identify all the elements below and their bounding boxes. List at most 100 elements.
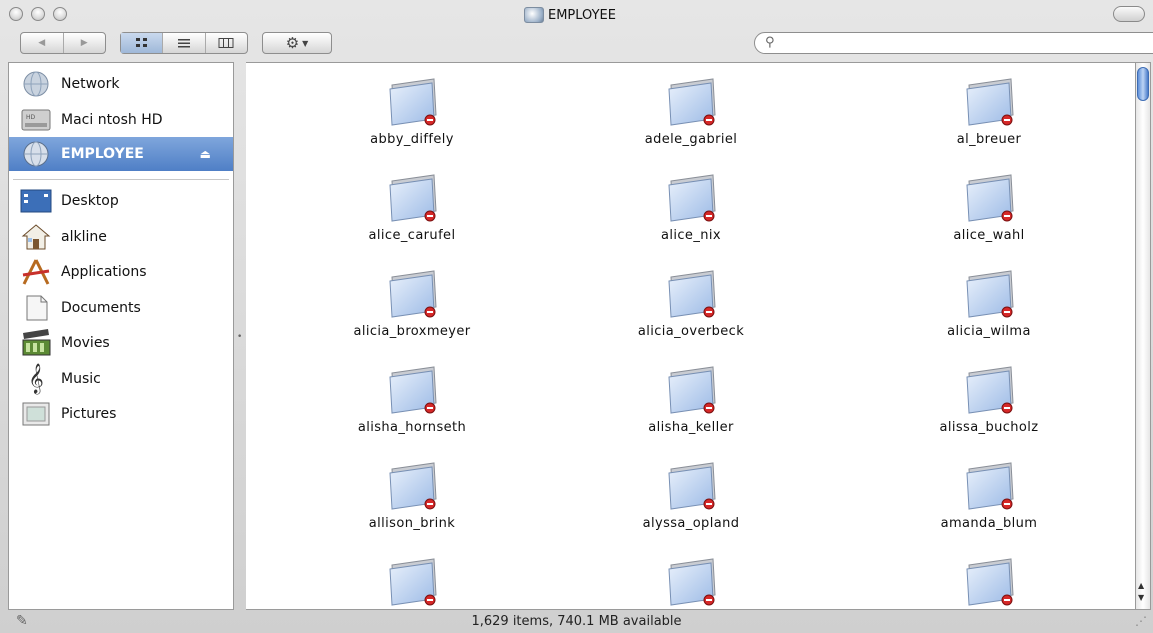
folder-item[interactable] bbox=[869, 547, 1109, 609]
sidebar-item-documents[interactable]: Documents bbox=[9, 291, 233, 325]
status-bar: ✎ 1,629 items, 740.1 MB available ⋰ bbox=[0, 610, 1153, 633]
column-view-icon bbox=[218, 38, 234, 48]
gear-icon: ⚙ ▼ bbox=[285, 34, 309, 52]
forward-arrow-icon: ▶ bbox=[80, 38, 88, 48]
hard-drive-icon: HD bbox=[19, 106, 53, 134]
no-access-folder-icon bbox=[668, 462, 716, 510]
window-title-text: EMPLOYEE bbox=[548, 7, 616, 23]
back-button[interactable]: ◀ bbox=[21, 33, 64, 53]
scroll-up-arrow-icon[interactable]: ▲ bbox=[1138, 581, 1144, 590]
folder-item[interactable]: alisha_keller bbox=[571, 355, 811, 451]
status-text: 1,629 items, 740.1 MB available bbox=[471, 614, 682, 629]
forward-button[interactable]: ▶ bbox=[64, 33, 106, 53]
sidebar-item-employee[interactable]: EMPLOYEE ⏏ bbox=[9, 137, 233, 171]
folder-name: alyssa_opland bbox=[642, 516, 740, 531]
folder-item[interactable] bbox=[292, 547, 532, 609]
folder-item[interactable]: alicia_wilma bbox=[869, 259, 1109, 355]
folder-item[interactable]: alissa_bucholz bbox=[869, 355, 1109, 451]
folder-item[interactable]: alice_wahl bbox=[869, 163, 1109, 259]
folder-name: alissa_bucholz bbox=[939, 420, 1039, 435]
movies-icon bbox=[19, 329, 53, 357]
eject-icon[interactable]: ⏏ bbox=[200, 147, 211, 161]
folder-item[interactable]: alicia_overbeck bbox=[571, 259, 811, 355]
folder-item[interactable]: alisha_hornseth bbox=[292, 355, 532, 451]
sidebar-separator bbox=[13, 179, 229, 180]
sidebar-item-applications[interactable]: Applications bbox=[9, 255, 233, 289]
sidebar: Network HD Maci ntosh HD EMPLOYEE ⏏ Desk… bbox=[8, 62, 234, 610]
folder-name: al_breuer bbox=[956, 132, 1022, 147]
no-access-folder-icon bbox=[966, 558, 1014, 606]
folder-item[interactable]: allison_brink bbox=[292, 451, 532, 547]
column-view-button[interactable] bbox=[206, 33, 247, 53]
no-write-privileges-icon: ✎ bbox=[16, 613, 28, 629]
sidebar-item-macintosh-hd[interactable]: HD Maci ntosh HD bbox=[9, 103, 233, 137]
resize-grip-icon[interactable]: ⋰ bbox=[1135, 614, 1147, 628]
folder-item[interactable] bbox=[571, 547, 811, 609]
back-arrow-icon: ◀ bbox=[38, 38, 46, 48]
no-access-folder-icon bbox=[668, 174, 716, 222]
view-mode-control bbox=[120, 32, 248, 54]
file-icon-grid: abby_diffely adele_gabriel al_breuer alice_… bbox=[246, 62, 1135, 610]
search-field[interactable]: ⚲ bbox=[754, 32, 1153, 54]
pictures-icon bbox=[19, 400, 53, 428]
no-access-folder-icon bbox=[668, 366, 716, 414]
documents-icon bbox=[19, 294, 53, 322]
sidebar-item-movies[interactable]: Movies bbox=[9, 326, 233, 360]
folder-item[interactable]: abby_diffely bbox=[292, 67, 532, 163]
no-access-folder-icon bbox=[668, 270, 716, 318]
sidebar-item-pictures[interactable]: Pictures bbox=[9, 397, 233, 431]
chevron-down-icon: ▼ bbox=[302, 38, 309, 48]
no-access-folder-icon bbox=[389, 270, 437, 318]
sidebar-item-home[interactable]: alkline bbox=[9, 220, 233, 254]
sidebar-item-label: Network bbox=[61, 76, 120, 92]
sidebar-item-desktop[interactable]: Desktop bbox=[9, 184, 233, 218]
splitter-grip-icon: • bbox=[237, 332, 243, 342]
scroll-down-arrow-icon[interactable]: ▼ bbox=[1138, 593, 1144, 602]
folder-item[interactable]: alyssa_opland bbox=[571, 451, 811, 547]
folder-item[interactable]: alicia_broxmeyer bbox=[292, 259, 532, 355]
sidebar-item-network[interactable]: Network bbox=[9, 67, 233, 101]
no-access-folder-icon bbox=[389, 366, 437, 414]
folder-item[interactable]: amanda_blum bbox=[869, 451, 1109, 547]
folder-item[interactable]: al_breuer bbox=[869, 67, 1109, 163]
list-view-button[interactable] bbox=[163, 33, 206, 53]
folder-name: allison_brink bbox=[368, 516, 456, 531]
scrollbar-thumb[interactable] bbox=[1137, 67, 1149, 101]
no-access-folder-icon bbox=[389, 462, 437, 510]
sidebar-item-music[interactable]: 𝄞 Music bbox=[9, 362, 233, 396]
sidebar-item-label: Pictures bbox=[61, 406, 117, 422]
list-view-icon bbox=[177, 39, 190, 48]
folder-item[interactable]: alice_carufel bbox=[292, 163, 532, 259]
no-access-folder-icon bbox=[966, 174, 1014, 222]
action-menu-button[interactable]: ⚙ ▼ bbox=[262, 32, 332, 54]
search-icon: ⚲ bbox=[765, 35, 775, 50]
window-title: EMPLOYEE bbox=[524, 4, 616, 26]
sidebar-item-label: Desktop bbox=[61, 193, 119, 209]
applications-icon bbox=[19, 258, 53, 286]
no-access-folder-icon bbox=[389, 174, 437, 222]
folder-item[interactable]: adele_gabriel bbox=[571, 67, 811, 163]
sidebar-item-label: EMPLOYEE bbox=[61, 146, 144, 162]
no-access-folder-icon bbox=[668, 558, 716, 606]
close-button[interactable] bbox=[9, 7, 23, 21]
folder-name: alice_carufel bbox=[368, 228, 456, 243]
sidebar-item-label: Music bbox=[61, 371, 101, 387]
toolbar-toggle-button[interactable] bbox=[1113, 6, 1145, 22]
sidebar-splitter[interactable]: • bbox=[234, 62, 246, 610]
folder-name: alice_nix bbox=[661, 228, 721, 243]
minimize-button[interactable] bbox=[31, 7, 45, 21]
icon-view-button[interactable] bbox=[121, 33, 164, 53]
zoom-button[interactable] bbox=[53, 7, 67, 21]
icon-view-icon bbox=[135, 38, 147, 47]
vertical-scrollbar[interactable]: ▲ ▼ bbox=[1135, 62, 1151, 610]
no-access-folder-icon bbox=[966, 366, 1014, 414]
desktop-icon bbox=[19, 187, 53, 215]
folder-name: alisha_keller bbox=[648, 420, 734, 435]
folder-item[interactable]: alice_nix bbox=[571, 163, 811, 259]
no-access-folder-icon bbox=[389, 558, 437, 606]
sidebar-item-label: Documents bbox=[61, 300, 141, 316]
no-access-folder-icon bbox=[668, 78, 716, 126]
home-icon bbox=[19, 223, 53, 251]
no-access-folder-icon bbox=[966, 462, 1014, 510]
title-bar: EMPLOYEE bbox=[0, 0, 1153, 28]
